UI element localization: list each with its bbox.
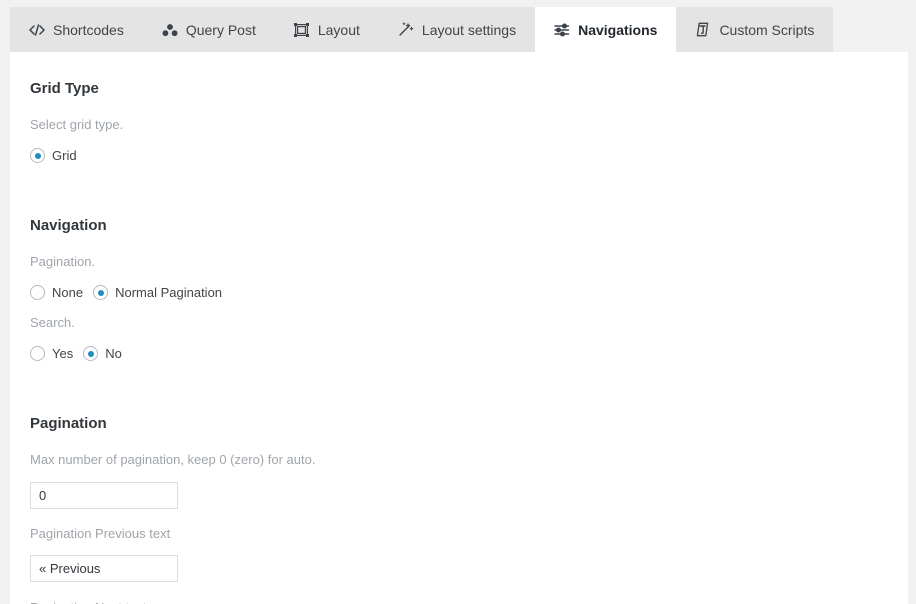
pagination-max-description: Max number of pagination, keep 0 (zero) … bbox=[30, 452, 316, 467]
radio-label: Grid bbox=[52, 148, 77, 163]
pagination-mode-radio-group: None Normal Pagination bbox=[30, 285, 888, 300]
grid-type-radio-group: Grid bbox=[30, 148, 888, 163]
radio-indicator[interactable] bbox=[93, 285, 109, 300]
radio-option-none[interactable]: None bbox=[30, 285, 83, 300]
radio-option-search-no[interactable]: No bbox=[83, 346, 122, 361]
tab-label: Layout settings bbox=[421, 21, 517, 38]
tab-label: Shortcodes bbox=[53, 21, 124, 38]
radio-label: No bbox=[105, 346, 122, 361]
tab-layout-settings[interactable]: Layout settings bbox=[378, 7, 536, 52]
pagination-previous-text-label: Pagination Previous text bbox=[30, 526, 171, 541]
pagination-mode-description: Pagination. bbox=[30, 254, 96, 269]
radio-indicator[interactable] bbox=[83, 346, 99, 361]
radio-option-grid[interactable]: Grid bbox=[30, 148, 77, 163]
tab-label: Custom Scripts bbox=[719, 21, 815, 38]
grid-type-description: Select grid type. bbox=[30, 117, 124, 132]
tab-navigations[interactable]: Navigations bbox=[535, 7, 677, 52]
tab-query-post[interactable]: Query Post bbox=[142, 7, 275, 52]
tab-list: Shortcodes Query Post Layout Layout setting… bbox=[10, 7, 834, 52]
tab-label: Query Post bbox=[185, 21, 256, 38]
grid-type-heading: Grid Type bbox=[30, 80, 99, 97]
radio-indicator[interactable] bbox=[30, 346, 45, 361]
search-description: Search. bbox=[30, 315, 75, 330]
js-logo-icon bbox=[695, 22, 711, 38]
navigation-heading: Navigation bbox=[30, 217, 107, 234]
radio-label: None bbox=[52, 285, 84, 300]
magic-wand-icon bbox=[398, 22, 414, 38]
code-icon bbox=[29, 22, 45, 38]
tab-custom-scripts[interactable]: Custom Scripts bbox=[676, 7, 834, 52]
radio-label: Yes bbox=[52, 346, 74, 361]
tab-shortcodes[interactable]: Shortcodes bbox=[10, 7, 143, 52]
sliders-icon bbox=[554, 22, 570, 38]
search-radio-group: Yes No bbox=[30, 346, 888, 361]
tab-layout[interactable]: Layout bbox=[274, 7, 379, 52]
pagination-previous-text-input[interactable] bbox=[30, 555, 178, 582]
radio-label: Normal Pagination bbox=[115, 285, 223, 300]
cubes-icon bbox=[162, 22, 178, 38]
tab-label: Navigations bbox=[578, 21, 658, 38]
radio-option-search-yes[interactable]: Yes bbox=[30, 346, 73, 361]
radio-indicator[interactable] bbox=[30, 285, 45, 300]
tab-strip: Shortcodes Query Post Layout Layout setting… bbox=[10, 7, 908, 52]
radio-option-normal-pagination[interactable]: Normal Pagination bbox=[93, 285, 222, 300]
settings-panel: Grid Type Select grid type. Grid Navigat… bbox=[10, 52, 908, 604]
pagination-heading: Pagination bbox=[30, 415, 107, 432]
pagination-max-input[interactable] bbox=[30, 482, 178, 509]
object-group-icon bbox=[294, 22, 310, 38]
tab-label: Layout bbox=[317, 21, 360, 38]
radio-indicator[interactable] bbox=[30, 148, 45, 163]
